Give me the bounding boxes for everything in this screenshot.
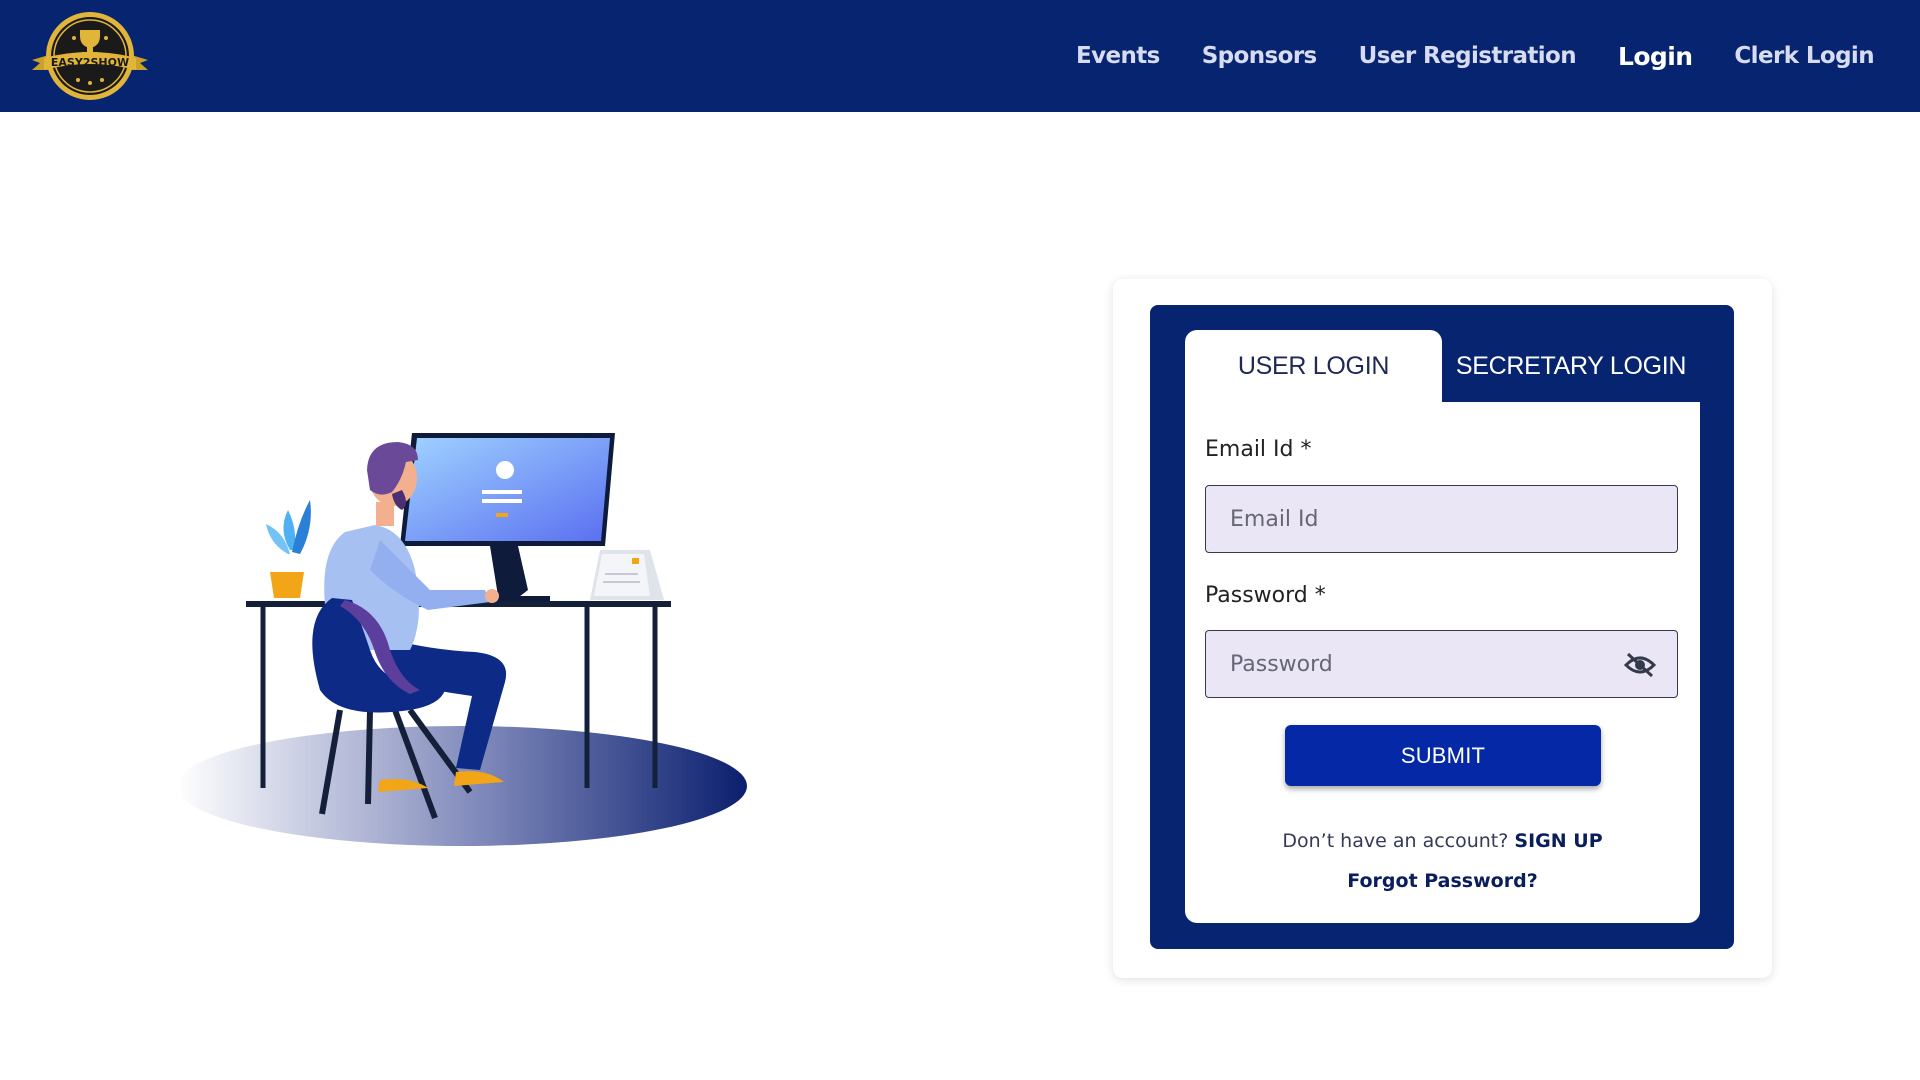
- nav-events[interactable]: Events: [1076, 43, 1160, 69]
- email-label: Email Id *: [1205, 437, 1312, 462]
- login-tabs: USER LOGIN SECRETARY LOGIN: [1185, 330, 1700, 402]
- nav-login[interactable]: Login: [1618, 42, 1693, 71]
- easy2show-logo[interactable]: EASY2SHOW: [30, 10, 150, 102]
- top-navbar: EASY2SHOW Events Sponsors User Registrat…: [0, 0, 1920, 112]
- sign-up-link[interactable]: SIGN UP: [1514, 830, 1602, 852]
- signup-line: Don’t have an account? SIGN UP: [1185, 830, 1700, 852]
- signup-prompt: Don’t have an account?: [1282, 830, 1509, 852]
- email-input[interactable]: [1205, 485, 1678, 553]
- nav-sponsors[interactable]: Sponsors: [1202, 43, 1318, 69]
- submit-button[interactable]: SUBMIT: [1285, 725, 1601, 786]
- login-card: USER LOGIN SECRETARY LOGIN Email Id * Pa…: [1113, 279, 1772, 978]
- nav-clerk-login[interactable]: Clerk Login: [1734, 43, 1874, 69]
- tab-user-login[interactable]: USER LOGIN: [1185, 330, 1442, 402]
- login-frame: USER LOGIN SECRETARY LOGIN Email Id * Pa…: [1150, 305, 1734, 949]
- desk-illustration: [177, 420, 780, 860]
- forgot-password-link[interactable]: Forgot Password?: [1185, 870, 1700, 892]
- password-input[interactable]: [1205, 630, 1678, 698]
- toggle-password-visibility-icon[interactable]: [1623, 652, 1657, 678]
- tab-secretary-login[interactable]: SECRETARY LOGIN: [1442, 330, 1700, 402]
- password-label: Password *: [1205, 583, 1326, 608]
- nav-user-registration[interactable]: User Registration: [1359, 43, 1577, 69]
- logo-text: EASY2SHOW: [51, 56, 129, 69]
- main-nav: Events Sponsors User Registration Login …: [1034, 0, 1875, 112]
- login-form: Email Id * Password * SUBMIT Don’t have …: [1185, 402, 1700, 923]
